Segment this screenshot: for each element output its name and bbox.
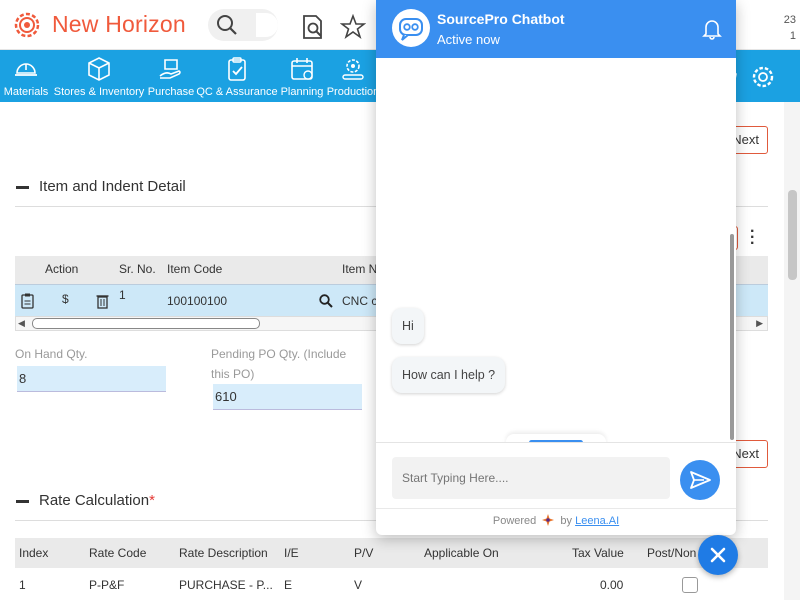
- chat-scrollbar[interactable]: [730, 234, 734, 440]
- table-row[interactable]: 1 P-P&F PURCHASE - P... E V 0.00: [15, 570, 768, 600]
- bell-icon[interactable]: [702, 18, 722, 40]
- on-hand-qty-field[interactable]: 8: [17, 366, 166, 392]
- brand-name: New Horizon: [52, 11, 186, 37]
- global-search[interactable]: [208, 9, 278, 41]
- send-icon: [690, 471, 711, 489]
- rate-grid-header: Index Rate Code Rate Description I/E P/V…: [15, 538, 768, 568]
- price-icon[interactable]: $: [62, 292, 69, 306]
- bot-message: Hi: [392, 308, 424, 344]
- logo-gear-icon: [14, 12, 40, 38]
- cart-hand-icon: [159, 59, 181, 79]
- section-rate-calculation-title[interactable]: Rate Calculation*: [16, 492, 155, 509]
- nav-item-materials[interactable]: Materials: [0, 50, 52, 102]
- sr-no-cell: 1: [119, 288, 126, 302]
- chat-messages: Hi How can I help ?: [376, 58, 736, 442]
- nav-item-stores-inventory[interactable]: Stores & Inventory: [52, 50, 146, 102]
- powered-by: Powered by Leena.AI: [376, 508, 736, 535]
- chat-title: SourcePro Chatbot: [437, 11, 565, 27]
- collapse-icon: [16, 185, 29, 189]
- nav-item-purchase[interactable]: Purchase: [146, 50, 196, 102]
- clipboard-icon[interactable]: [21, 293, 34, 309]
- scroll-thumb[interactable]: [788, 190, 797, 280]
- chat-header: SourcePro Chatbot Active now: [376, 0, 736, 58]
- scroll-right-icon[interactable]: ▶: [756, 318, 763, 329]
- search-icon[interactable]: [319, 294, 333, 308]
- settings-gear-icon[interactable]: [750, 64, 776, 90]
- on-hand-qty-label: On Hand Qty.: [15, 347, 88, 361]
- chat-footer: [376, 442, 736, 508]
- chatbot-panel: SourcePro Chatbot Active now Hi How can …: [376, 0, 736, 535]
- scroll-thumb[interactable]: [32, 318, 260, 329]
- calendar-icon: [291, 58, 313, 80]
- section-item-indent-title[interactable]: Item and Indent Detail: [16, 178, 186, 195]
- page-vertical-scrollbar[interactable]: [784, 102, 800, 600]
- chat-status: Active now: [437, 32, 500, 47]
- chat-input[interactable]: [392, 457, 670, 499]
- leena-ai-link[interactable]: Leena.AI: [575, 515, 619, 527]
- chatbot-avatar: [392, 9, 430, 47]
- item-name-cell: CNC c: [342, 294, 378, 308]
- post-checkbox[interactable]: [682, 577, 698, 593]
- nav-item-production[interactable]: Production: [326, 50, 380, 102]
- pending-po-qty-field[interactable]: 610: [213, 384, 362, 410]
- gear-conveyor-icon: [342, 59, 364, 80]
- document-search-icon[interactable]: [300, 14, 326, 40]
- collapse-icon: [16, 499, 29, 503]
- send-button[interactable]: [680, 460, 720, 500]
- pending-po-label: Pending PO Qty. (Include this PO): [211, 347, 347, 381]
- clipboard-check-icon: [228, 57, 246, 81]
- nav-item-planning[interactable]: Planning: [278, 50, 326, 102]
- chat-close-button[interactable]: [698, 535, 738, 575]
- trash-icon[interactable]: [96, 293, 109, 309]
- chat-bubble-icon: [399, 18, 423, 41]
- close-icon: [710, 547, 726, 563]
- star-icon[interactable]: [340, 14, 366, 40]
- bot-message: How can I help ?: [392, 357, 506, 393]
- search-icon: [217, 15, 237, 35]
- top-right-info: 23 1: [783, 14, 796, 42]
- scroll-left-icon[interactable]: ◀: [18, 318, 25, 329]
- leena-logo-icon: [542, 514, 555, 526]
- more-options-icon[interactable]: · · ·: [750, 224, 755, 252]
- nav-item-qc-assurance[interactable]: QC & Assurance: [196, 50, 278, 102]
- hard-hat-icon: [15, 63, 37, 76]
- box-icon: [88, 57, 110, 81]
- item-code-cell: 100100100: [167, 294, 228, 308]
